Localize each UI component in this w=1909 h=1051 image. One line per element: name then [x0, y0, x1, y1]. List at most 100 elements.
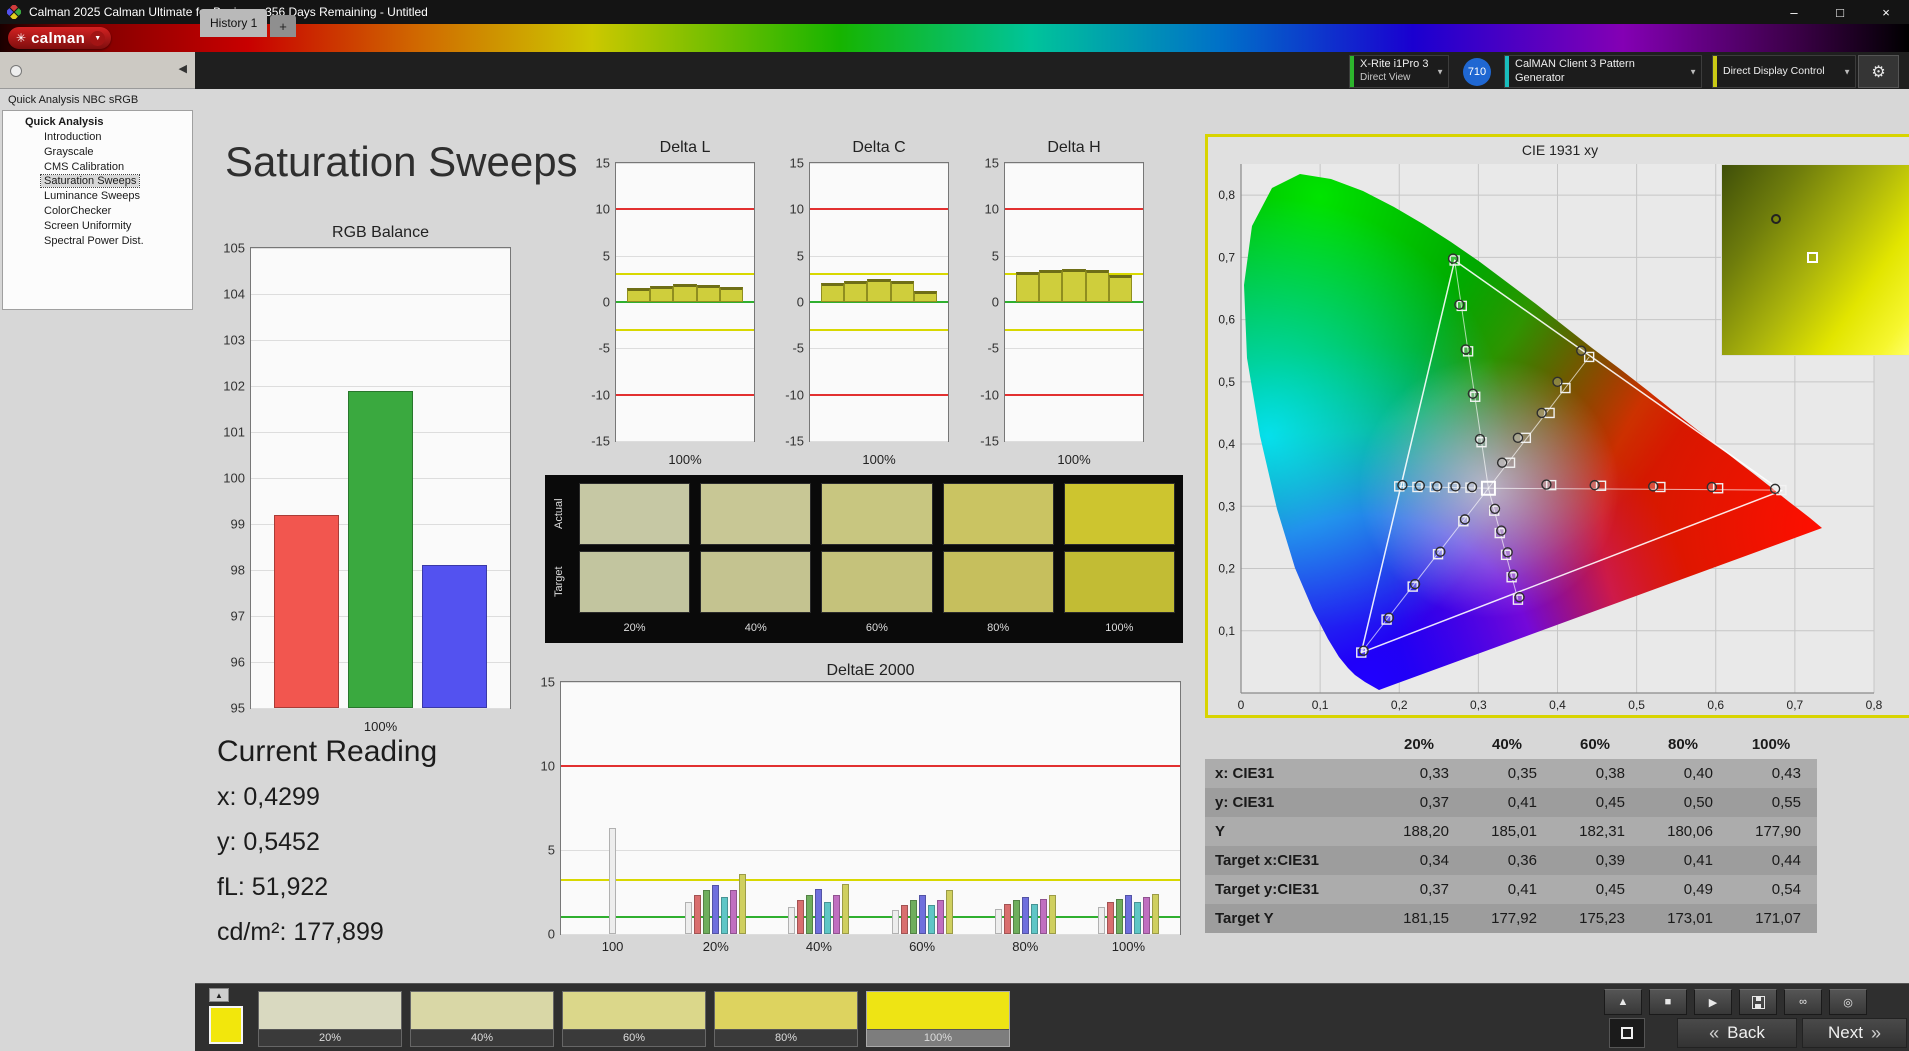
display-control-label: Direct Display Control — [1723, 64, 1825, 77]
eject-button[interactable]: ▲ — [1604, 989, 1642, 1015]
back-button[interactable]: « Back — [1677, 1018, 1797, 1048]
pattern-preview-swatch[interactable] — [209, 1006, 243, 1044]
sidebar-item-spectral-power-dist-[interactable]: Spectral Power Dist. — [3, 234, 192, 249]
deltae-bar — [1003, 903, 1011, 934]
measured-point-green — [1460, 344, 1471, 355]
loop-button[interactable]: ∞ — [1784, 989, 1822, 1015]
logo-menu-button[interactable]: ▼ — [90, 30, 106, 46]
tab-history-1[interactable]: History 1 — [200, 9, 268, 37]
sidebar-item-grayscale[interactable]: Grayscale — [3, 145, 192, 160]
table-cell: 0,38 — [1595, 765, 1625, 782]
sidebar-item-cms-calibration[interactable]: CMS Calibration — [3, 160, 192, 175]
sidebar-item-label: Luminance Sweeps — [44, 190, 141, 203]
sidebar-item-screen-uniformity[interactable]: Screen Uniformity — [3, 219, 192, 234]
grid-line — [616, 348, 754, 350]
pattern-swatch-60%[interactable]: 60% — [562, 991, 706, 1047]
swatch-color — [867, 992, 1009, 1030]
close-button[interactable]: × — [1863, 0, 1909, 24]
pattern-swatch-20%[interactable]: 20% — [258, 991, 402, 1047]
deltae-bar — [694, 895, 702, 934]
deltae-bar — [824, 902, 832, 934]
measured-point-cyan — [1450, 481, 1461, 492]
meter-dropdown[interactable]: X-Rite i1Pro 3 Direct View ▼ — [1349, 55, 1449, 88]
table-cell: 180,06 — [1667, 823, 1713, 840]
play-button[interactable]: ▶ — [1694, 989, 1732, 1015]
workflow-options-button[interactable] — [10, 65, 22, 77]
snapshot-button[interactable]: ◎ — [1829, 989, 1867, 1015]
chevron-down-icon: ▼ — [1689, 67, 1697, 76]
pattern-generator-dropdown[interactable]: CalMAN Client 3 Pattern Generator ▼ — [1504, 55, 1702, 88]
deltae-bar — [994, 908, 1002, 934]
table-cell: 0,41 — [1507, 794, 1537, 811]
axis-tick-label: 20% — [702, 939, 729, 954]
calman-logo[interactable]: ✳ calman ▼ — [8, 27, 112, 49]
sidebar-item-label: Grayscale — [44, 145, 94, 158]
svg-text:0,2: 0,2 — [1218, 562, 1235, 576]
sidebar-item-colorchecker[interactable]: ColorChecker — [3, 204, 192, 219]
column-header: 20% — [1403, 736, 1435, 753]
deltae-bar — [842, 883, 850, 934]
stop-button[interactable]: ■ — [1649, 989, 1687, 1015]
axis-tick-label: 15 — [984, 155, 999, 171]
delta-bar — [913, 290, 937, 302]
row-label: x: CIE31 — [1215, 765, 1275, 782]
measured-point-green — [1467, 388, 1479, 399]
axis-tick-label: 0 — [796, 294, 804, 310]
loop-icon: ∞ — [1799, 996, 1807, 1008]
table-cell: 0,33 — [1419, 765, 1449, 782]
delta-bar — [696, 285, 720, 302]
sidebar-item-luminance-sweeps[interactable]: Luminance Sweeps — [3, 189, 192, 204]
axis-tick-label: 80% — [1012, 939, 1039, 954]
sidebar-collapse-icon[interactable]: ◀ — [179, 62, 187, 75]
measured-point-magenta — [1489, 503, 1501, 514]
table-cell: 185,01 — [1491, 823, 1537, 840]
sidebar-item-label: ColorChecker — [44, 204, 112, 217]
table-row: x: CIE31 0,33 0,35 0,38 0,40 0,43 — [1205, 759, 1817, 788]
minimize-button[interactable]: – — [1771, 0, 1817, 24]
deltae-bar — [739, 873, 747, 934]
pattern-swatch-100%[interactable]: 100% — [866, 991, 1010, 1047]
measured-point-green — [1447, 253, 1459, 264]
display-control-dropdown[interactable]: Direct Display Control ▼ — [1712, 55, 1856, 88]
play-icon: ▶ — [1708, 996, 1718, 1009]
pattern-swatch-40%[interactable]: 40% — [410, 991, 554, 1047]
measured-point-yellow — [1536, 407, 1547, 419]
table-cell: 0,36 — [1507, 852, 1537, 869]
sidebar-item-introduction[interactable]: Introduction — [3, 130, 192, 145]
sidebar-header: Quick Analysis NBC sRGB — [8, 94, 139, 106]
pattern-collapse-button[interactable]: ▲ — [209, 988, 229, 1002]
delta-bar — [650, 286, 674, 302]
chart-title: DeltaE 2000 — [826, 662, 915, 679]
swatch-row: Target — [553, 551, 1175, 613]
pattern-swatch-80%[interactable]: 80% — [714, 991, 858, 1047]
chart-xlabel: 100% — [668, 452, 702, 467]
axis-tick-label: 15 — [789, 155, 804, 171]
chevron-down-icon: ▼ — [1436, 67, 1444, 76]
row-label: y: CIE31 — [1215, 794, 1275, 811]
table-row: Target Y 181,15 177,92 175,23 173,01 171,07 — [1205, 904, 1817, 933]
axis-tick-label: 103 — [223, 332, 245, 348]
add-tab-button[interactable]: + — [270, 15, 296, 37]
save-button[interactable] — [1739, 989, 1777, 1015]
axis-tick-label: 15 — [540, 674, 555, 690]
settings-button[interactable]: ⚙ — [1858, 55, 1899, 88]
measured-point-red — [1589, 479, 1600, 491]
next-button[interactable]: Next » — [1802, 1018, 1907, 1048]
swatch-column-label: 40% — [744, 622, 767, 634]
measured-point-cyan — [1397, 479, 1408, 491]
deltae-bar — [1097, 907, 1105, 934]
axis-tick-label: 5 — [991, 248, 999, 264]
page-title: Saturation Sweeps — [225, 138, 578, 185]
swatch-color — [411, 992, 553, 1030]
table-cell: 0,34 — [1419, 852, 1449, 869]
svg-text:0,7: 0,7 — [1218, 250, 1235, 264]
chart-xlabel: 100% — [363, 719, 398, 734]
calman-pinwheel-icon: ✳ — [16, 31, 27, 45]
reading-y: y: 0,5452 — [217, 828, 320, 856]
table-cell: 0,37 — [1419, 881, 1449, 898]
reference-line — [561, 916, 1180, 919]
pattern-window-button[interactable] — [1609, 1018, 1645, 1048]
measured-point-yellow — [1496, 457, 1508, 468]
sidebar-item-saturation-sweeps[interactable]: Saturation Sweeps — [3, 174, 192, 189]
maximize-button[interactable]: □ — [1817, 0, 1863, 24]
